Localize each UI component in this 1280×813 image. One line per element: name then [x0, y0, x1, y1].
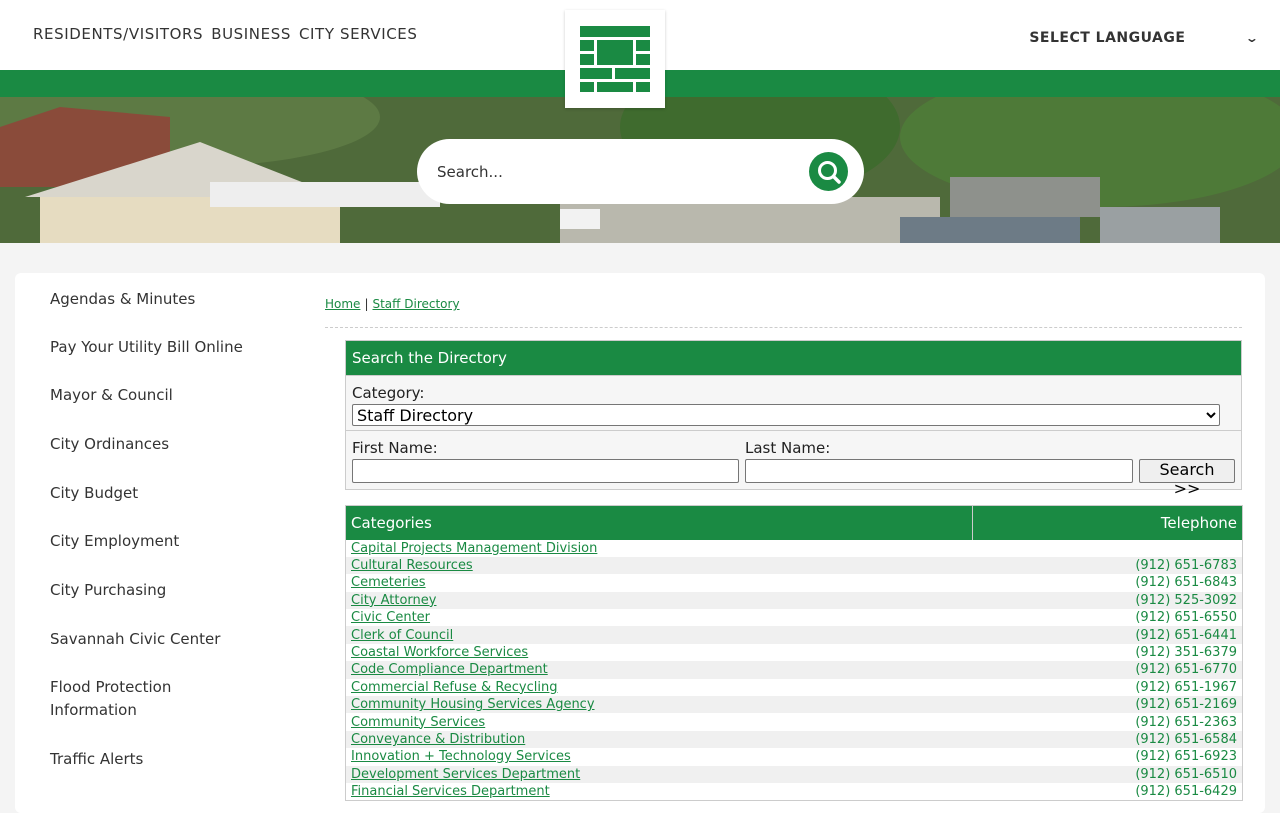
breadcrumb-home-link[interactable]: Home [325, 297, 360, 311]
breadcrumb-staff-directory-link[interactable]: Staff Directory [372, 297, 459, 311]
table-row: Coastal Workforce Services (912) 351-6379 [346, 644, 1243, 661]
telephone-cell: (912) 651-6550 [1135, 610, 1237, 626]
category-link[interactable]: Capital Projects Management Division [351, 541, 597, 556]
telephone-cell: (912) 651-6770 [972, 661, 1243, 679]
directory-search-panel: Search the Directory Category: Staff Dir… [345, 340, 1242, 498]
table-row: Capital Projects Management Division [346, 540, 1243, 557]
table-row: Financial Services Department (912) 651-6… [346, 783, 1243, 801]
table-row: Community Housing Services Agency (912) 6… [345, 696, 1243, 714]
category-link[interactable]: Cultural Resources [351, 558, 473, 573]
category-row: Category: Staff Directory [346, 375, 1241, 430]
category-link[interactable]: Commercial Refuse & Recycling [351, 680, 557, 695]
telephone-cell: (912) 651-6843 [1135, 575, 1237, 591]
language-label: SELECT LANGUAGE [1029, 30, 1186, 46]
category-label: Category: [352, 384, 425, 402]
directory-search-button[interactable]: Search >> [1139, 459, 1235, 498]
sidebar-item-city-purchasing[interactable]: City Purchasing [50, 579, 166, 602]
table-row: Cemeteries (912) 651-6843 [346, 574, 1243, 591]
telephone-cell: (912) 651-6923 [1135, 749, 1237, 765]
table-row: Innovation + Technology Services (912) 65… [346, 748, 1243, 765]
category-link[interactable]: Community Housing Services Agency [351, 697, 595, 712]
breadcrumb-separator: | [364, 297, 369, 311]
telephone-header: Telephone [972, 505, 1243, 540]
category-select[interactable]: Staff Directory [352, 404, 1220, 426]
table-row: Community Services (912) 651-2363 [346, 713, 1243, 730]
site-search [417, 139, 864, 204]
top-nav: RESIDENTS/VISITORS BUSINESS CITY SERVICE… [33, 25, 418, 43]
telephone-cell: (912) 351-6379 [1135, 645, 1237, 661]
table-row: Code Compliance Department (912) 651-6770 [345, 661, 1243, 679]
sidebar-item-flood-protection[interactable]: Flood Protection Information [50, 676, 210, 722]
search-icon [817, 160, 841, 184]
sidebar-item-civic-center[interactable]: Savannah Civic Center [50, 628, 220, 651]
search-input[interactable] [437, 162, 797, 181]
sidebar-item-city-ordinances[interactable]: City Ordinances [50, 433, 169, 456]
table-row: Development Services Department (912) 651… [345, 765, 1243, 783]
categories-header: Categories [345, 505, 973, 540]
telephone-cell: (912) 651-6783 [972, 556, 1243, 575]
last-name-input[interactable] [745, 459, 1133, 483]
first-name-input[interactable] [352, 459, 739, 483]
telephone-cell: (912) 651-6441 [972, 626, 1243, 644]
last-name-label: Last Name: [745, 439, 831, 457]
sidebar-item-city-budget[interactable]: City Budget [50, 482, 138, 505]
table-header-row: Categories Telephone [345, 505, 1243, 540]
telephone-cell: (912) 651-6584 [972, 730, 1243, 749]
category-link[interactable]: Civic Center [351, 610, 430, 625]
table-row: Clerk of Council (912) 651-6441 [345, 626, 1243, 644]
telephone-cell [973, 540, 1243, 557]
first-name-group: First Name: [352, 439, 739, 483]
chevron-down-icon: ⌄ [1245, 31, 1261, 45]
telephone-cell: (912) 651-6429 [1135, 783, 1237, 799]
categories-table: Categories Telephone Capital Projects Ma… [345, 505, 1243, 801]
search-button[interactable] [809, 152, 848, 191]
table-row: Commercial Refuse & Recycling (912) 651-1… [346, 679, 1243, 696]
nav-city-services[interactable]: CITY SERVICES [299, 25, 418, 43]
last-name-group: Last Name: [745, 439, 1133, 483]
brick-logo-icon [580, 26, 650, 92]
category-link[interactable]: Community Services [351, 715, 485, 730]
name-search-row: First Name: Last Name: Search >> [346, 430, 1241, 498]
sidebar-item-mayor-council[interactable]: Mayor & Council [50, 384, 173, 407]
sidebar-item-traffic-alerts[interactable]: Traffic Alerts [50, 748, 143, 771]
sidebar-item-pay-utility-bill[interactable]: Pay Your Utility Bill Online [50, 336, 243, 359]
breadcrumb: Home | Staff Directory [325, 297, 460, 311]
city-logo[interactable] [565, 10, 665, 108]
telephone-cell: (912) 651-2169 [972, 696, 1243, 714]
telephone-cell: (912) 525-3092 [972, 591, 1243, 610]
category-link[interactable]: Financial Services Department [351, 784, 550, 799]
table-row: Conveyance & Distribution (912) 651-6584 [345, 730, 1243, 749]
table-row: Cultural Resources (912) 651-6783 [345, 556, 1243, 575]
table-row: Civic Center (912) 651-6550 [346, 609, 1243, 626]
nav-business[interactable]: BUSINESS [211, 25, 291, 43]
directory-search-title: Search the Directory [346, 341, 1241, 375]
category-link[interactable]: Clerk of Council [351, 628, 453, 643]
language-selector[interactable]: SELECT LANGUAGE ⌄ [1029, 30, 1261, 46]
telephone-cell: (912) 651-1967 [1135, 679, 1237, 695]
first-name-label: First Name: [352, 439, 438, 457]
category-link[interactable]: Code Compliance Department [351, 662, 548, 677]
category-link[interactable]: Conveyance & Distribution [351, 732, 525, 747]
table-row: City Attorney (912) 525-3092 [345, 591, 1243, 610]
sidebar-item-agendas-minutes[interactable]: Agendas & Minutes [50, 288, 195, 311]
category-link[interactable]: City Attorney [351, 593, 436, 608]
category-link[interactable]: Cemeteries [351, 575, 426, 590]
breadcrumb-divider [325, 327, 1242, 328]
telephone-cell: (912) 651-2363 [1135, 714, 1237, 730]
nav-residents-visitors[interactable]: RESIDENTS/VISITORS [33, 25, 203, 43]
sidebar-item-city-employment[interactable]: City Employment [50, 530, 179, 553]
category-link[interactable]: Coastal Workforce Services [351, 645, 528, 660]
category-link[interactable]: Development Services Department [351, 767, 580, 782]
telephone-cell: (912) 651-6510 [972, 765, 1243, 783]
category-link[interactable]: Innovation + Technology Services [351, 749, 571, 764]
